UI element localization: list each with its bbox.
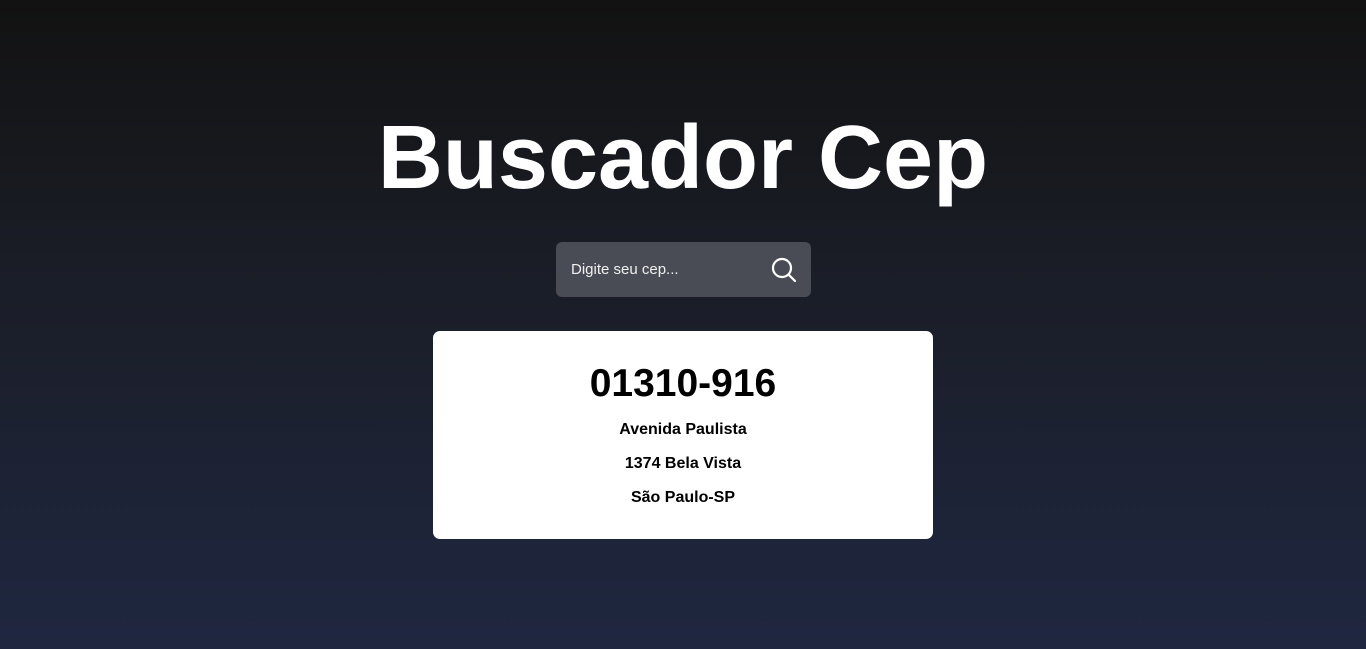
- city-state-text: São Paulo-SP: [630, 489, 736, 506]
- search-container: [556, 242, 811, 297]
- result-card: 01310-916 Avenida Paulista 1374 Bela Vis…: [433, 331, 933, 539]
- search-icon: [768, 254, 800, 286]
- search-button[interactable]: [768, 254, 800, 286]
- street-text: Avenida Paulista: [619, 421, 747, 438]
- cep-result: 01310-916: [589, 362, 777, 405]
- cep-search-input[interactable]: [556, 242, 761, 297]
- page-title: Buscador Cep: [377, 108, 989, 208]
- complement-neighborhood-text: 1374 Bela Vista: [624, 455, 742, 472]
